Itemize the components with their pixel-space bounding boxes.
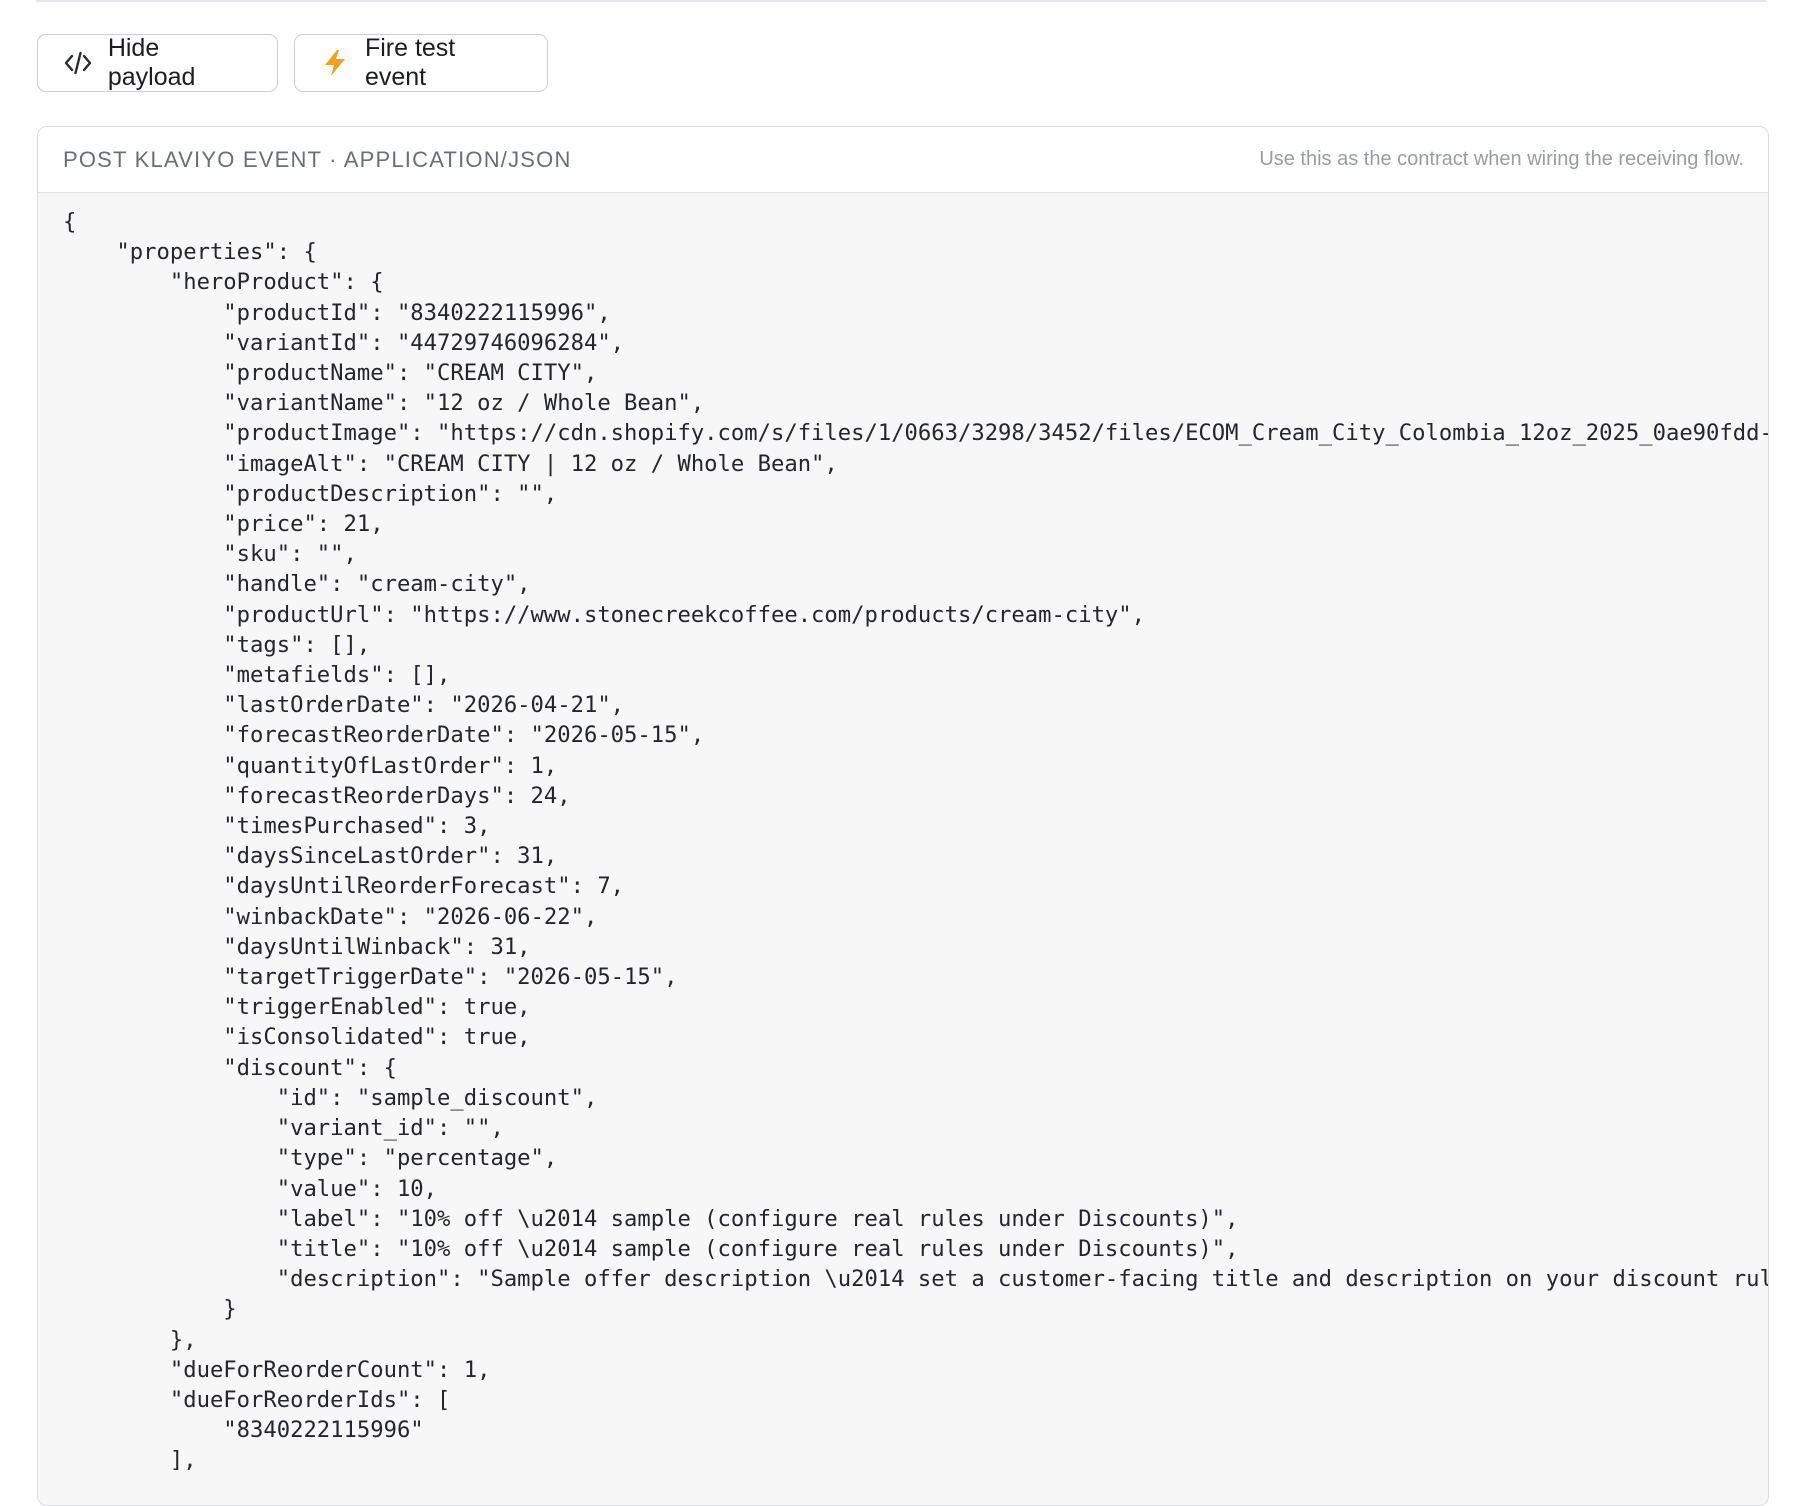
code-line: "forecastReorderDate": "2026-05-15", (63, 722, 705, 749)
code-line: "productId": "8340222115996", (63, 299, 611, 326)
payload-panel-header: POST KLAVIYO EVENT · APPLICATION/JSON Us… (38, 127, 1768, 193)
code-line: "id": "sample_discount", (63, 1084, 598, 1111)
code-line: "label": "10% off \u2014 sample (configu… (63, 1205, 1239, 1232)
code-line: "8340222115996" (63, 1417, 424, 1444)
code-line: "handle": "cream-city", (63, 571, 531, 598)
fire-test-event-label: Fire test event (364, 34, 456, 91)
code-line: "daysSinceLastOrder": 31, (63, 843, 558, 870)
code-line: "value": 10, (63, 1175, 438, 1202)
code-line: "forecastReorderDays": 24, (63, 782, 571, 809)
code-line: "tags": [], (63, 631, 371, 658)
code-line: "winbackDate": "2026-06-22", (63, 903, 598, 930)
code-line: "quantityOfLastOrder": 1, (63, 752, 558, 779)
code-line: "type": "percentage", (63, 1145, 558, 1172)
hide-payload-label: Hide payload (107, 34, 196, 91)
code-line: "description": "Sample offer description… (63, 1266, 1768, 1293)
code-line: { (63, 209, 77, 235)
code-line: "timesPurchased": 3, (63, 813, 491, 840)
code-line: "daysUntilWinback": 31, (63, 933, 531, 960)
code-line: }, (63, 1326, 197, 1353)
json-payload-code[interactable]: { "properties": { "heroProduct": { "prod… (38, 193, 1768, 1505)
payload-toolbar: Hide payload Fire test event (37, 34, 548, 92)
code-line: "properties": { (63, 239, 317, 266)
code-line: "variantId": "44729746096284", (63, 329, 625, 356)
code-line: "productImage": "https://cdn.shopify.com… (63, 420, 1768, 447)
code-line: ], (63, 1447, 197, 1474)
code-line: "imageAlt": "CREAM CITY | 12 oz / Whole … (63, 450, 838, 477)
code-line: "sku": "", (63, 541, 357, 568)
code-line: "metafields": [], (63, 662, 451, 689)
code-line: "heroProduct": { (63, 269, 384, 296)
code-line: "targetTriggerDate": "2026-05-15", (63, 964, 678, 991)
code-line: "variant_id": "", (63, 1115, 504, 1142)
code-line: "price": 21, (63, 511, 384, 538)
top-divider (36, 0, 1766, 2)
payload-note: Use this as the contract when wiring the… (1259, 148, 1744, 170)
code-line: "lastOrderDate": "2026-04-21", (63, 692, 625, 719)
code-line: } (63, 1296, 237, 1323)
code-line: "dueForReorderIds": [ (63, 1386, 451, 1413)
code-line: "variantName": "12 oz / Whole Bean", (63, 390, 705, 417)
code-line: "productName": "CREAM CITY", (63, 360, 598, 387)
payload-panel: POST KLAVIYO EVENT · APPLICATION/JSON Us… (37, 126, 1769, 1506)
code-line: "isConsolidated": true, (63, 1024, 531, 1051)
fire-test-event-button[interactable]: Fire test event (294, 34, 548, 92)
code-line: "daysUntilReorderForecast": 7, (63, 873, 625, 900)
payload-title: POST KLAVIYO EVENT · APPLICATION/JSON (63, 146, 572, 172)
lightning-bolt-icon (319, 47, 351, 79)
hide-payload-button[interactable]: Hide payload (37, 34, 278, 92)
code-line: "title": "10% off \u2014 sample (configu… (63, 1235, 1239, 1262)
code-line: "productDescription": "", (63, 480, 558, 507)
code-icon (62, 47, 94, 79)
code-line: "triggerEnabled": true, (63, 994, 531, 1021)
code-line: "dueForReorderCount": 1, (63, 1356, 491, 1383)
code-line: "discount": { (63, 1054, 397, 1081)
code-line: "productUrl": "https://www.stonecreekcof… (63, 601, 1145, 628)
